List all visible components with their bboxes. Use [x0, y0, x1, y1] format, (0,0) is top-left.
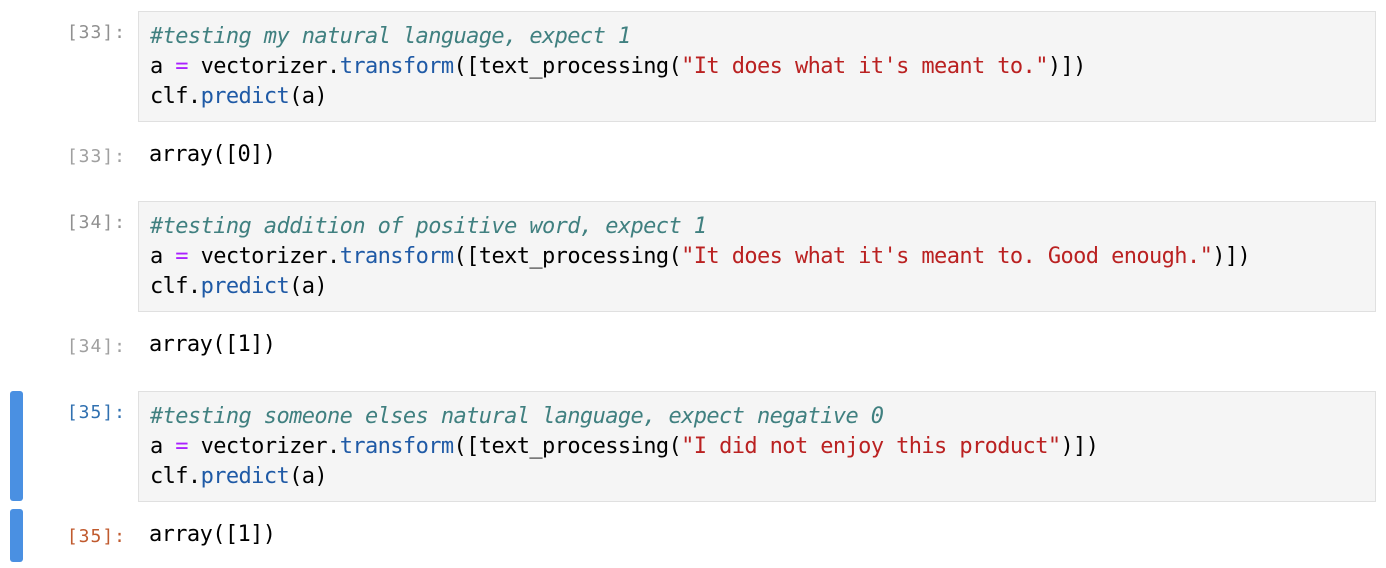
code-line: #testing my natural language, expect 1	[150, 22, 1375, 52]
code-string: "I did not enjoy this product"	[681, 434, 1061, 459]
code-token: vectorizer.	[200, 244, 341, 269]
code-input-area[interactable]: #testing my natural language, expect 1 a…	[138, 11, 1376, 122]
code-token: vectorizer.	[200, 54, 341, 79]
output-prompt: [35]:	[66, 526, 126, 547]
code-token: clf.	[150, 84, 201, 109]
code-token: (a)	[289, 84, 328, 109]
code-comment: #testing addition of positive word, expe…	[150, 214, 707, 239]
cell-output: array([0])	[149, 142, 276, 167]
code-line: clf.predict(a)	[150, 462, 1375, 492]
code-token: (a)	[289, 464, 328, 489]
code-string: "It does what it's meant to."	[681, 54, 1048, 79]
code-method: predict	[200, 274, 290, 299]
output-prompt: [34]:	[66, 336, 126, 357]
code-token: (a)	[289, 274, 328, 299]
code-line: a = vectorizer.transform([text_processin…	[150, 242, 1375, 272]
code-operator: =	[162, 244, 201, 269]
code-token: a	[150, 244, 163, 269]
code-operator: =	[162, 54, 201, 79]
code-token: )])	[1060, 434, 1100, 459]
code-comment: #testing my natural language, expect 1	[150, 24, 631, 49]
input-prompt: [33]:	[66, 22, 126, 43]
code-method: predict	[200, 464, 290, 489]
output-prompt: [33]:	[66, 146, 126, 167]
code-token: clf.	[150, 274, 201, 299]
code-comment: #testing someone elses natural language,…	[150, 404, 884, 429]
code-method: transform	[339, 244, 454, 269]
code-token: )])	[1212, 244, 1251, 269]
cell-output: array([1])	[149, 522, 276, 547]
code-token: ([text_processing(	[453, 54, 682, 79]
code-input-area[interactable]: #testing addition of positive word, expe…	[138, 201, 1376, 312]
code-token: ([text_processing(	[453, 244, 682, 269]
code-token: clf.	[150, 464, 201, 489]
code-line: a = vectorizer.transform([text_processin…	[150, 432, 1375, 462]
code-token: vectorizer.	[200, 434, 341, 459]
code-operator: =	[162, 434, 201, 459]
input-prompt: [35]:	[66, 402, 126, 423]
code-method: transform	[339, 54, 454, 79]
code-method: transform	[339, 434, 454, 459]
code-line: #testing addition of positive word, expe…	[150, 212, 1375, 242]
input-prompt: [34]:	[66, 212, 126, 233]
code-line: a = vectorizer.transform([text_processin…	[150, 52, 1375, 82]
code-line: clf.predict(a)	[150, 82, 1375, 112]
code-input-area[interactable]: #testing someone elses natural language,…	[138, 391, 1376, 502]
code-token: )])	[1047, 54, 1087, 79]
code-string: "It does what it's meant to. Good enough…	[681, 244, 1213, 269]
code-method: predict	[200, 84, 290, 109]
code-token: ([text_processing(	[453, 434, 682, 459]
cell-output: array([1])	[149, 332, 276, 357]
code-token: a	[150, 434, 163, 459]
code-line: #testing someone elses natural language,…	[150, 402, 1375, 432]
code-token: a	[150, 54, 163, 79]
code-line: clf.predict(a)	[150, 272, 1375, 302]
